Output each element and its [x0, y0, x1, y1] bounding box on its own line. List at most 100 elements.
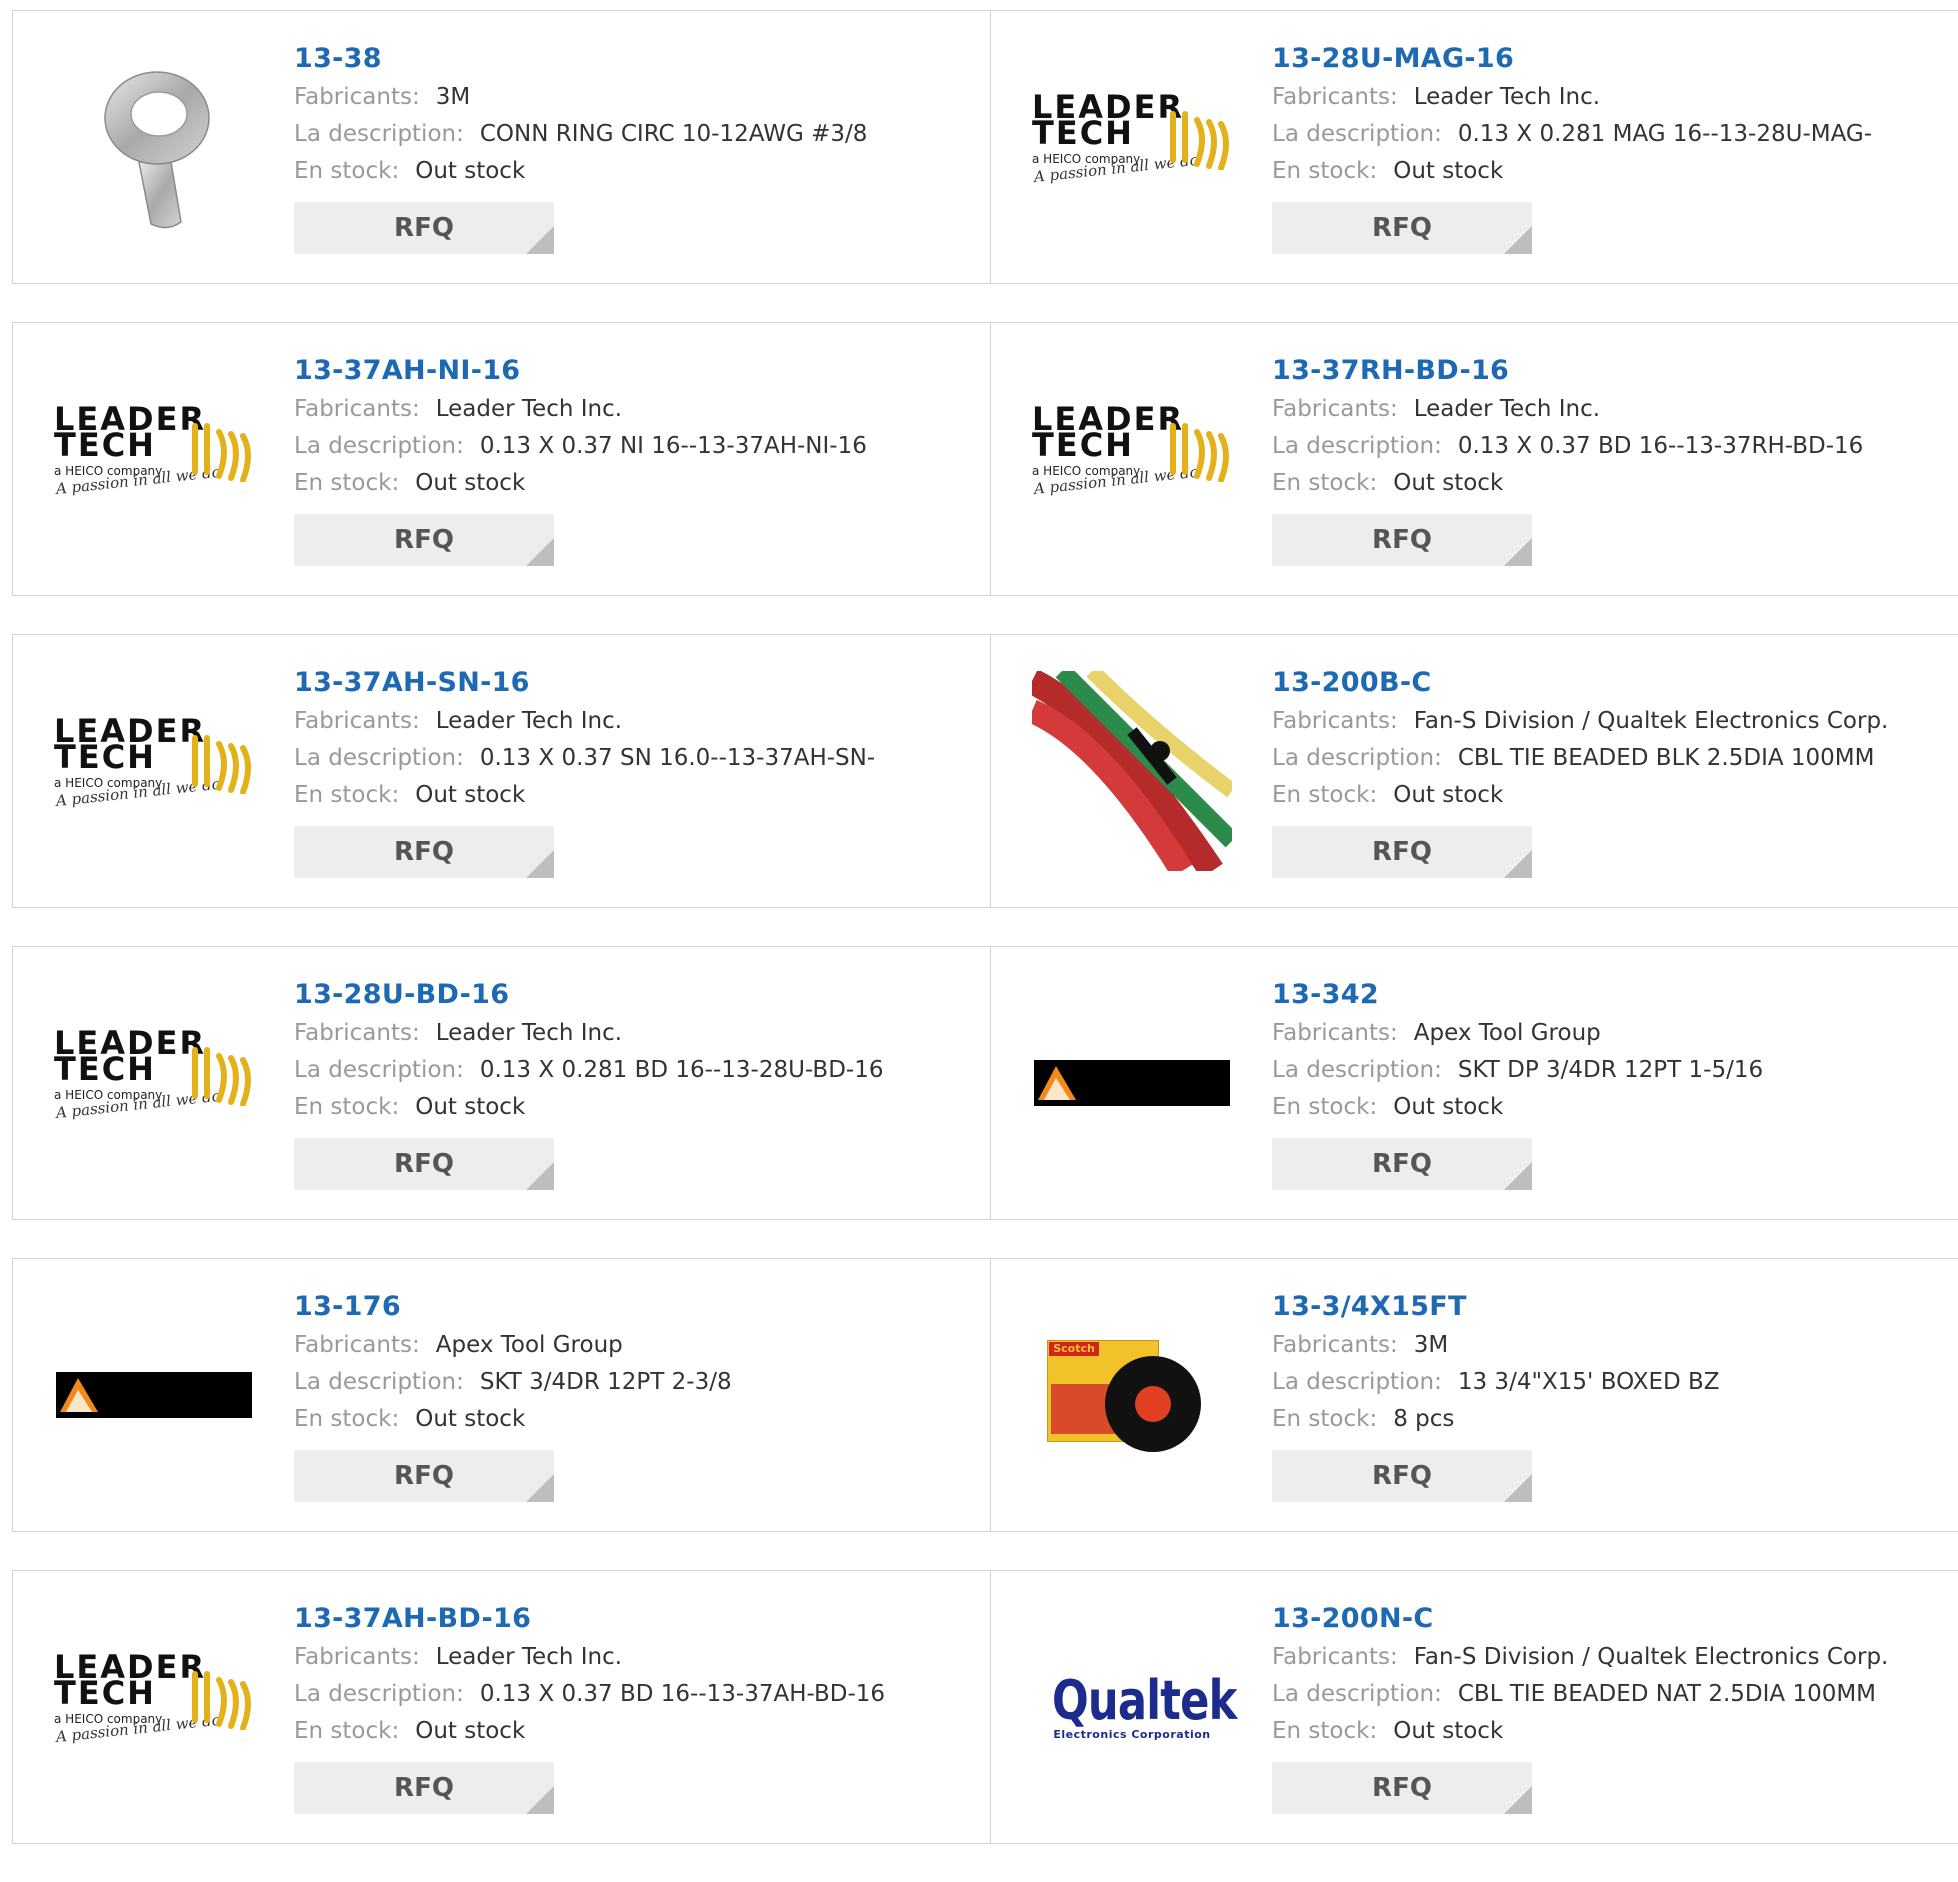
product-part-link[interactable]: 13-38	[294, 39, 867, 79]
manufacturer-value: Leader Tech Inc.	[435, 708, 623, 734]
description-label: La description:	[294, 1369, 464, 1395]
leader-tech-logo: LEADER TECH a HEICO company A passion in…	[1032, 403, 1232, 514]
manufacturer-value: Leader Tech Inc.	[1413, 84, 1601, 110]
product-row: LEADER TECH a HEICO company A passion in…	[12, 946, 1958, 1220]
product-image[interactable]: LEADER TECH a HEICO company A passion in…	[48, 977, 260, 1189]
stock-value: Out stock	[1393, 782, 1504, 808]
product-part-link[interactable]: 13-37AH-NI-16	[294, 351, 867, 391]
product-grid: 13-38 Fabricants: 3M La description: CONN …	[12, 10, 1958, 1882]
leader-stripes-icon	[192, 1047, 251, 1106]
manufacturer-value: Apex Tool Group	[1413, 1020, 1601, 1046]
manufacturer-label: Fabricants:	[1272, 396, 1398, 422]
product-image[interactable]: LEADER TECH a HEICO company A passion in…	[48, 1601, 260, 1813]
description-value: 0.13 X 0.37 BD 16--13-37AH-BD-16	[479, 1681, 886, 1707]
product-image[interactable]	[1026, 665, 1238, 877]
corner-triangle-icon	[1504, 226, 1532, 254]
rfq-button[interactable]: RFQ	[1272, 202, 1532, 254]
product-part-link[interactable]: 13-37AH-SN-16	[294, 663, 875, 703]
description-label: La description:	[294, 433, 464, 459]
rfq-button[interactable]: RFQ	[294, 202, 554, 254]
product-part-link[interactable]: 13-37AH-BD-16	[294, 1599, 885, 1639]
manufacturer-value: Fan-S Division / Qualtek Electronics Cor…	[1413, 1644, 1889, 1670]
product-image[interactable]: LEADER TECH a HEICO company A passion in…	[48, 353, 260, 565]
product-card: LEADER TECH a HEICO company A passion in…	[991, 10, 1958, 284]
manufacturer-line: Fabricants: Fan-S Division / Qualtek Elec…	[1272, 1639, 1888, 1676]
rfq-button[interactable]: RFQ	[1272, 1138, 1532, 1190]
product-image[interactable]	[48, 41, 260, 253]
product-image[interactable]: Qualtek Electronics Corporation	[1026, 1601, 1238, 1813]
manufacturer-line: Fabricants: Leader Tech Inc.	[294, 1639, 885, 1676]
rfq-button[interactable]: RFQ	[294, 826, 554, 878]
leader-stripes-icon	[192, 423, 251, 482]
product-image[interactable]: LEADER TECH a HEICO company A passion in…	[48, 665, 260, 877]
description-line: La description: 0.13 X 0.37 SN 16.0--13-3…	[294, 740, 875, 777]
description-label: La description:	[1272, 1369, 1442, 1395]
product-info: 13-28U-BD-16 Fabricants: Leader Tech Inc.…	[294, 975, 883, 1190]
description-value: SKT 3/4DR 12PT 2-3/8	[479, 1369, 732, 1395]
product-image[interactable]	[48, 1289, 260, 1501]
manufacturer-line: Fabricants: 3M	[1272, 1327, 1720, 1364]
description-label: La description:	[1272, 1681, 1442, 1707]
description-line: La description: CBL TIE BEADED BLK 2.5DIA…	[1272, 740, 1888, 777]
product-part-link[interactable]: 13-37RH-BD-16	[1272, 351, 1863, 391]
stock-line: En stock: Out stock	[1272, 777, 1888, 814]
stock-value: Out stock	[415, 1718, 526, 1744]
leader-tech-logo: LEADER TECH a HEICO company A passion in…	[1032, 91, 1232, 202]
stock-label: En stock:	[1272, 158, 1378, 184]
stock-value: Out stock	[415, 158, 526, 184]
product-image[interactable]: Scotch	[1026, 1289, 1238, 1501]
apex-logo	[56, 1372, 252, 1418]
rfq-button[interactable]: RFQ	[294, 1450, 554, 1502]
rfq-button[interactable]: RFQ	[294, 514, 554, 566]
rfq-button[interactable]: RFQ	[294, 1138, 554, 1190]
product-image[interactable]: LEADER TECH a HEICO company A passion in…	[1026, 353, 1238, 565]
leader-tech-logo: LEADER TECH a HEICO company A passion in…	[54, 715, 254, 826]
product-card: LEADER TECH a HEICO company A passion in…	[12, 1570, 991, 1844]
product-part-link[interactable]: 13-28U-BD-16	[294, 975, 883, 1015]
product-part-link[interactable]: 13-200B-C	[1272, 663, 1888, 703]
description-value: CBL TIE BEADED NAT 2.5DIA 100MM	[1457, 1681, 1877, 1707]
product-part-link[interactable]: 13-200N-C	[1272, 1599, 1888, 1639]
product-image[interactable]: LEADER TECH a HEICO company A passion in…	[1026, 41, 1238, 253]
product-image[interactable]	[1026, 977, 1238, 1189]
description-value: CONN RING CIRC 10-12AWG #3/8	[479, 121, 868, 147]
rfq-button[interactable]: RFQ	[294, 1762, 554, 1814]
manufacturer-label: Fabricants:	[1272, 84, 1398, 110]
product-card: LEADER TECH a HEICO company A passion in…	[991, 322, 1958, 596]
stock-line: En stock: Out stock	[1272, 1713, 1888, 1750]
leader-tech-logo: LEADER TECH a HEICO company A passion in…	[54, 403, 254, 514]
product-row: LEADER TECH a HEICO company A passion in…	[12, 1570, 1958, 1844]
manufacturer-line: Fabricants: Leader Tech Inc.	[294, 703, 875, 740]
product-part-link[interactable]: 13-176	[294, 1287, 732, 1327]
product-info: 13-37AH-BD-16 Fabricants: Leader Tech Inc…	[294, 1599, 885, 1814]
rfq-button[interactable]: RFQ	[1272, 1762, 1532, 1814]
stock-line: En stock: Out stock	[294, 1401, 732, 1438]
product-card: 13-200B-C Fabricants: Fan-S Division / Qu…	[991, 634, 1958, 908]
rfq-label: RFQ	[394, 1461, 454, 1491]
product-part-link[interactable]: 13-28U-MAG-16	[1272, 39, 1872, 79]
stock-label: En stock:	[1272, 1094, 1378, 1120]
description-line: La description: 0.13 X 0.281 BD 16--13-28…	[294, 1052, 883, 1089]
stock-value: Out stock	[415, 1406, 526, 1432]
leader-stripes-icon	[1170, 111, 1229, 170]
rfq-button[interactable]: RFQ	[1272, 514, 1532, 566]
rfq-button[interactable]: RFQ	[1272, 1450, 1532, 1502]
product-part-link[interactable]: 13-3/4X15FT	[1272, 1287, 1720, 1327]
rfq-button[interactable]: RFQ	[1272, 826, 1532, 878]
description-value: CBL TIE BEADED BLK 2.5DIA 100MM	[1457, 745, 1875, 771]
description-label: La description:	[294, 121, 464, 147]
rfq-label: RFQ	[1372, 525, 1432, 555]
product-part-link[interactable]: 13-342	[1272, 975, 1763, 1015]
manufacturer-label: Fabricants:	[1272, 1332, 1398, 1358]
stock-line: En stock: Out stock	[294, 1713, 885, 1750]
apex-logo	[1034, 1060, 1230, 1106]
description-label: La description:	[1272, 1057, 1442, 1083]
corner-triangle-icon	[1504, 1786, 1532, 1814]
description-line: La description: 0.13 X 0.37 BD 16--13-37A…	[294, 1676, 885, 1713]
manufacturer-line: Fabricants: Apex Tool Group	[1272, 1015, 1763, 1052]
description-label: La description:	[1272, 433, 1442, 459]
manufacturer-label: Fabricants:	[294, 84, 420, 110]
leader-stripes-icon	[192, 735, 251, 794]
stock-line: En stock: Out stock	[294, 465, 867, 502]
corner-triangle-icon	[526, 850, 554, 878]
